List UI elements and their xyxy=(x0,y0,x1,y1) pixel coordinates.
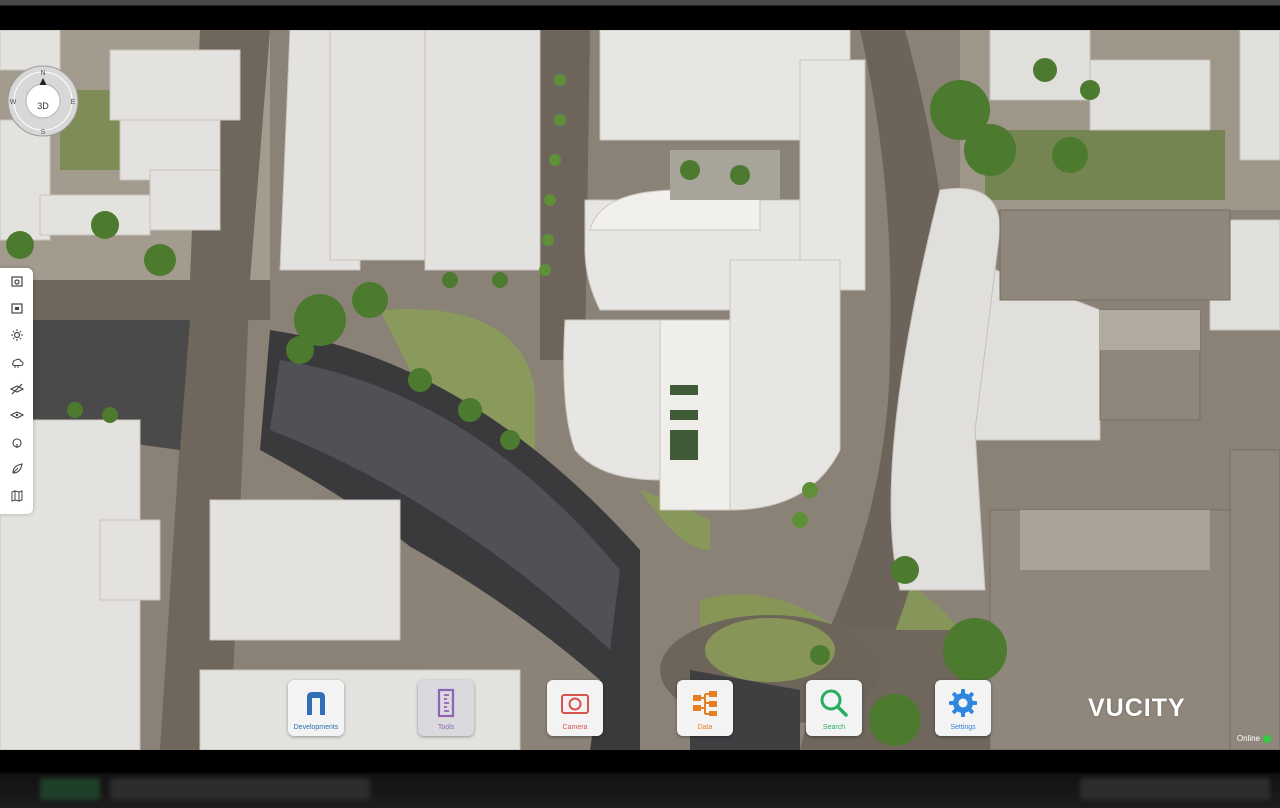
settings-label: Settings xyxy=(950,724,976,731)
left-tool-toolbar xyxy=(0,268,33,514)
online-indicator-icon xyxy=(1263,734,1271,743)
window-top-bezel xyxy=(0,0,1280,30)
camera-button[interactable]: Camera xyxy=(547,680,603,736)
sun-position-button[interactable] xyxy=(0,322,33,349)
search-label: Search xyxy=(822,724,846,731)
video-record-icon xyxy=(10,303,23,314)
compass-mode-label: 3D xyxy=(37,101,49,111)
camera-icon xyxy=(561,694,589,714)
compass-navigation-control[interactable]: 3D N E S W xyxy=(7,65,79,137)
trees-button[interactable] xyxy=(0,429,33,456)
tree-icon xyxy=(11,438,22,449)
gear-icon xyxy=(949,689,977,717)
layers-button[interactable] xyxy=(0,402,33,429)
data-button[interactable]: Data xyxy=(677,680,733,736)
developments-icon xyxy=(307,692,325,715)
vucity-logo: VUCITY xyxy=(1088,694,1186,722)
camera-capture-button[interactable] xyxy=(0,268,33,295)
map-book-button[interactable] xyxy=(0,482,33,509)
blurred-taskbar-item xyxy=(40,778,100,800)
connection-status: Online xyxy=(1237,734,1271,743)
video-record-button[interactable] xyxy=(0,295,33,322)
data-label: Data xyxy=(697,724,713,731)
search-icon xyxy=(820,689,848,717)
developments-button[interactable]: Developments xyxy=(288,680,344,736)
layers-icon xyxy=(9,411,24,419)
data-icon xyxy=(693,691,717,716)
compass-west-label: W xyxy=(10,99,17,106)
camera-capture-icon xyxy=(10,276,23,287)
blurred-taskbar-item xyxy=(1080,778,1270,800)
leaf-icon xyxy=(11,463,23,474)
blurred-taskbar-item xyxy=(110,778,370,800)
hide-layer-button[interactable] xyxy=(0,375,33,402)
vegetation-button[interactable] xyxy=(0,456,33,483)
sun-icon xyxy=(10,328,23,341)
tools-label: Tools xyxy=(437,724,455,731)
weather-cloud-icon xyxy=(11,358,24,368)
developments-label: Developments xyxy=(293,724,339,731)
search-button[interactable]: Search xyxy=(806,680,862,736)
tools-button[interactable]: Tools xyxy=(418,680,474,736)
connection-status-text: Online xyxy=(1236,734,1260,743)
compass-north-label: N xyxy=(40,70,45,77)
city-scene xyxy=(0,30,1280,750)
map-book-icon xyxy=(11,490,22,502)
settings-button[interactable]: Settings xyxy=(935,680,991,736)
compass-south-label: S xyxy=(41,129,46,136)
city-3d-viewport[interactable]: 3D N E S W xyxy=(0,30,1280,750)
weather-button[interactable] xyxy=(0,348,33,375)
compass-east-label: E xyxy=(71,99,76,106)
tools-ruler-icon xyxy=(437,688,455,718)
hide-layer-icon xyxy=(9,383,24,395)
camera-label: Camera xyxy=(562,724,588,731)
